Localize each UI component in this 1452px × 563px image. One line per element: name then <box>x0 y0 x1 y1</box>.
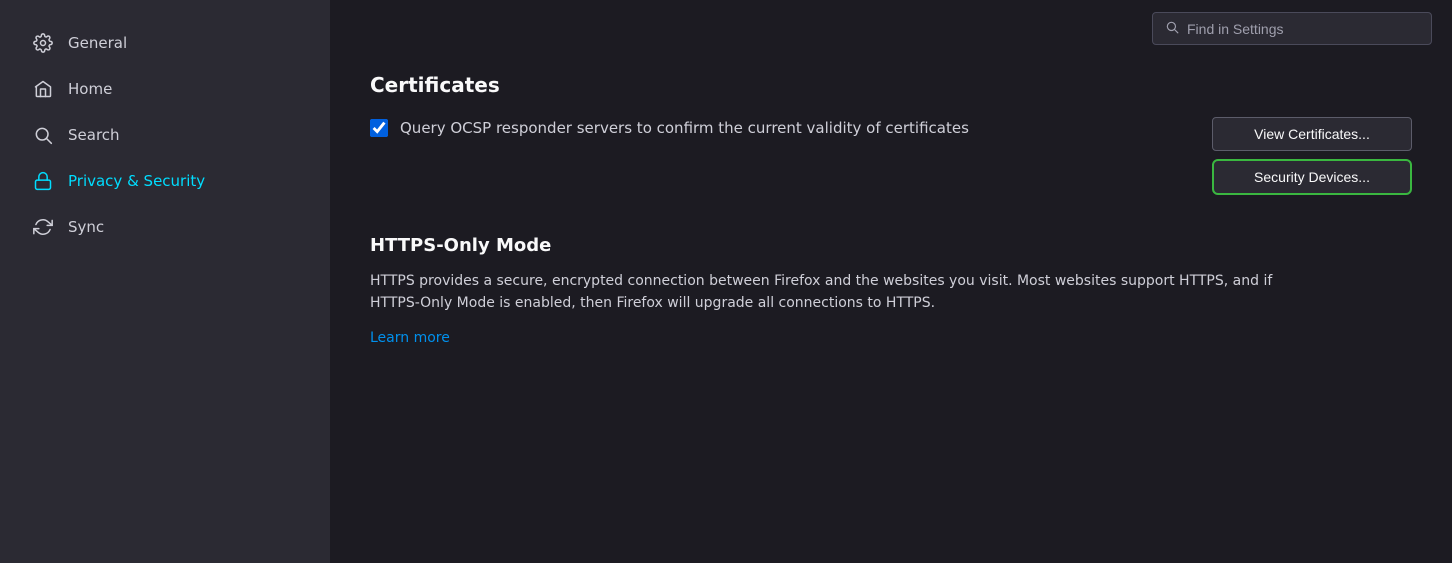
cert-buttons: View Certificates... Security Devices... <box>1212 117 1412 195</box>
find-in-settings-input[interactable] <box>1187 21 1419 37</box>
https-only-section: HTTPS-Only Mode HTTPS provides a secure,… <box>370 235 1412 346</box>
sidebar-item-privacy-security-label: Privacy & Security <box>68 172 205 190</box>
certificates-section: Certificates Query OCSP responder server… <box>370 73 1412 195</box>
sidebar: General Home Search Privacy & Se <box>0 0 330 563</box>
content-area: Certificates Query OCSP responder server… <box>330 53 1452 563</box>
sidebar-item-general[interactable]: General <box>8 22 322 64</box>
ocsp-label[interactable]: Query OCSP responder servers to confirm … <box>400 117 969 140</box>
view-certificates-button[interactable]: View Certificates... <box>1212 117 1412 151</box>
security-devices-button[interactable]: Security Devices... <box>1212 159 1412 195</box>
home-icon <box>32 78 54 100</box>
find-icon <box>1165 19 1179 38</box>
lock-icon <box>32 170 54 192</box>
sidebar-item-sync[interactable]: Sync <box>8 206 322 248</box>
sidebar-item-general-label: General <box>68 34 127 52</box>
search-icon <box>32 124 54 146</box>
sidebar-item-search-label: Search <box>68 126 120 144</box>
https-only-title: HTTPS-Only Mode <box>370 235 1412 256</box>
cert-row: Query OCSP responder servers to confirm … <box>370 117 1412 195</box>
learn-more-link[interactable]: Learn more <box>370 330 450 346</box>
gear-icon <box>32 32 54 54</box>
sidebar-item-home[interactable]: Home <box>8 68 322 110</box>
find-in-settings-box[interactable] <box>1152 12 1432 45</box>
main-content: Certificates Query OCSP responder server… <box>330 0 1452 563</box>
header-bar <box>330 0 1452 53</box>
ocsp-checkbox-container[interactable] <box>370 119 388 141</box>
sidebar-item-sync-label: Sync <box>68 218 104 236</box>
sidebar-item-privacy-security[interactable]: Privacy & Security <box>8 160 322 202</box>
cert-left: Query OCSP responder servers to confirm … <box>370 117 1182 141</box>
sync-icon <box>32 216 54 238</box>
https-only-description: HTTPS provides a secure, encrypted conne… <box>370 270 1320 315</box>
sidebar-item-home-label: Home <box>68 80 112 98</box>
sidebar-item-search[interactable]: Search <box>8 114 322 156</box>
certificates-title: Certificates <box>370 73 1412 97</box>
ocsp-checkbox[interactable] <box>370 119 388 137</box>
